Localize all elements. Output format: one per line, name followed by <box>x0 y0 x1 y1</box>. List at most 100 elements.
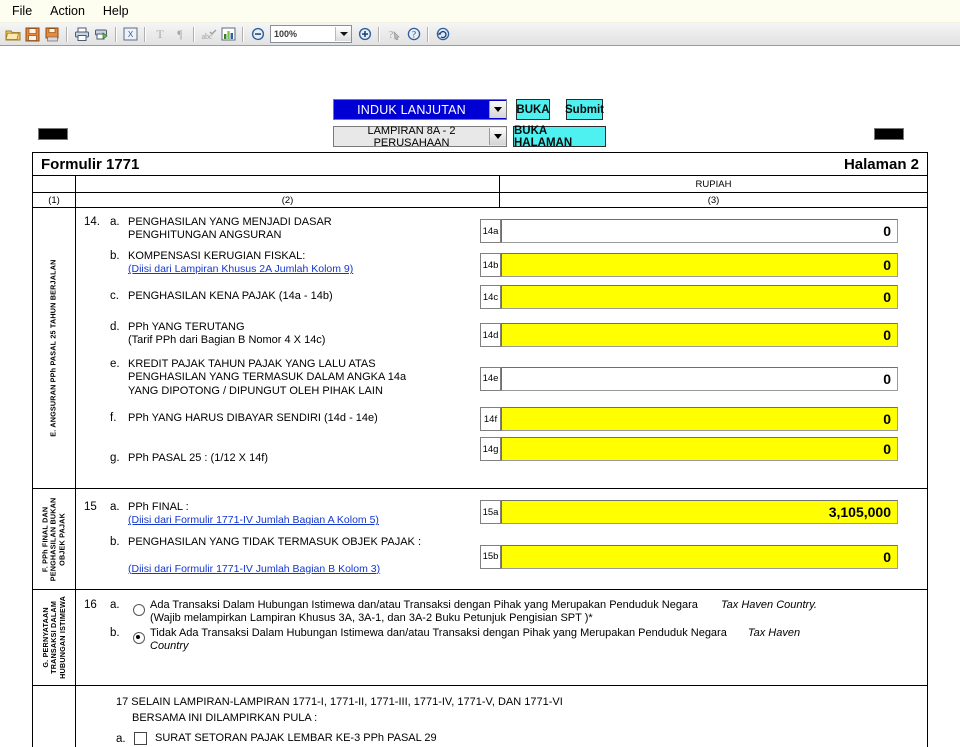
print-icon[interactable] <box>72 25 91 44</box>
attachment-item-a: a. SURAT SETORAN PAJAK LEMBAR KE-3 PPh P… <box>116 726 927 746</box>
menu-item-file[interactable]: File <box>6 2 44 20</box>
paragraph-mark-icon: ¶ <box>170 25 189 44</box>
field-15b[interactable]: 0 <box>501 544 898 569</box>
tag-14e: 14e <box>480 366 501 391</box>
row-14b-source-link[interactable]: (Diisi dari Lampiran Khusus 2A Jumlah Ko… <box>128 263 353 275</box>
row-15a-line1: PPh FINAL : <box>128 501 189 513</box>
item-number-spacer-e <box>84 358 110 398</box>
radio-16b[interactable] <box>133 631 145 644</box>
item-number-16: 16 <box>84 599 97 611</box>
row-14f-text: PPh YANG HARUS DIBAYAR SENDIRI (14d - 14… <box>128 412 378 425</box>
field-14d[interactable]: 0 <box>501 323 898 347</box>
chevron-down-icon[interactable] <box>489 128 506 145</box>
option-16b: b. Tidak Ada Transaksi Dalam Hubungan Is… <box>76 626 927 654</box>
menu-item-action[interactable]: Action <box>44 2 97 20</box>
attachment-item-a-text: SURAT SETORAN PAJAK LEMBAR KE-3 PPh PASA… <box>155 731 437 744</box>
value-group-14a: 14a 0 <box>480 219 927 243</box>
sub-letter-17a: a. <box>116 732 126 745</box>
item-number-spacer-f <box>84 412 110 425</box>
value-group-14d: 14d 0 <box>480 323 927 347</box>
row-15a: 15 a. PPh FINAL : (Diisi dari Formulir 1… <box>76 489 927 528</box>
checkbox-17a[interactable] <box>134 732 147 746</box>
document-canvas: INDUK LANJUTAN LAMPIRAN 8A - 2 PERUSAHAA… <box>0 46 960 747</box>
section-F: F. PPh FINAL DAN PENGHASILAN BUKAN OBJEK… <box>33 489 927 590</box>
section-F-body: 15 a. PPh FINAL : (Diisi dari Formulir 1… <box>76 489 927 589</box>
form-header: Formulir 1771 Halaman 2 <box>33 153 927 176</box>
menu-item-help[interactable]: Help <box>97 2 141 20</box>
section-G-label-line2: TRANSAKSI DALAM <box>48 601 58 674</box>
option-16b-main: Tidak Ada Transaksi Dalam Hubungan Istim… <box>150 626 727 639</box>
toolbar-separator <box>66 26 68 42</box>
page-select[interactable]: LAMPIRAN 8A - 2 PERUSAHAAN <box>333 125 507 149</box>
chevron-down-icon[interactable] <box>489 101 506 118</box>
option-16a-italic: Tax Haven Country. <box>720 599 817 611</box>
radio-16b-wrap[interactable] <box>128 627 150 654</box>
row-15b-source-link[interactable]: (Diisi dari Formulir 1771-IV Jumlah Bagi… <box>128 563 380 575</box>
item-number-14: 14. <box>84 216 100 228</box>
attachments-heading-line1: 17 SELAIN LAMPIRAN-LAMPIRAN 1771-I, 1771… <box>116 696 563 708</box>
zoom-level-combo[interactable]: 100% <box>270 25 352 43</box>
radio-16a-wrap[interactable] <box>128 599 150 626</box>
field-15a[interactable]: 3,105,000 <box>501 500 898 524</box>
chevron-down-icon[interactable] <box>335 27 351 41</box>
row-14a-text: PENGHASILAN YANG MENJADI DASAR PENGHITUN… <box>128 216 332 243</box>
tag-15a: 15a <box>480 500 501 524</box>
section-H-body: 17 SELAIN LAMPIRAN-LAMPIRAN 1771-I, 1771… <box>76 686 927 747</box>
item-number-spacer-d <box>84 321 110 348</box>
tag-15b: 15b <box>480 544 501 569</box>
row-14e-text: KREDIT PAJAK TAHUN PAJAK YANG LALU ATAS … <box>128 358 406 398</box>
col-number-3: (3) <box>707 194 720 206</box>
section-G-body: 16 a. Ada Transaksi Dalam Hubungan Istim… <box>76 590 927 685</box>
item-number-spacer-16b <box>84 627 110 654</box>
tag-14c: 14c <box>480 285 501 309</box>
row-15a-source-link[interactable]: (Diisi dari Formulir 1771-IV Jumlah Bagi… <box>128 514 379 526</box>
zoom-in-icon[interactable] <box>355 25 374 44</box>
option-16a-text: Ada Transaksi Dalam Hubungan Istimewa da… <box>150 599 910 626</box>
row-14e-line2: PENGHASILAN YANG TERMASUK DALAM ANGKA 14… <box>128 371 407 384</box>
tag-14b: 14b <box>480 253 501 277</box>
sub-letter-d: d. <box>110 321 120 333</box>
save-all-icon[interactable] <box>43 25 62 44</box>
field-14c[interactable]: 0 <box>501 285 898 309</box>
value-group-14f: 14f 0 <box>480 407 927 432</box>
submit-button[interactable]: Submit <box>565 99 604 120</box>
col-number-1: (1) <box>33 193 76 207</box>
row-14g-text: PPh PASAL 25 : (1/12 X 14f) <box>128 452 269 465</box>
section-G-label-line3: HUBUNGAN ISTIMEWA <box>57 596 67 679</box>
row-14b: b. KOMPENSASI KERUGIAN FISKAL: (Diisi da… <box>76 243 927 277</box>
row-15a-text: PPh FINAL : (Diisi dari Formulir 1771-IV… <box>128 501 379 528</box>
section-E-label-text: E. ANGSURAN PPh PASAL 25 TAHUN BERJALAN <box>48 259 58 437</box>
refresh-icon[interactable] <box>433 25 452 44</box>
field-14e[interactable]: 0 <box>501 366 898 391</box>
tag-14f: 14f <box>480 407 501 432</box>
field-14b[interactable]: 0 <box>501 253 898 277</box>
form-select[interactable]: INDUK LANJUTAN <box>333 99 507 120</box>
row-15b-text: PENGHASILAN YANG TIDAK TERMASUK OBJEK PA… <box>128 536 421 576</box>
toolbar-separator <box>427 26 429 42</box>
value-group-15a: 15a 3,105,000 <box>480 500 927 524</box>
sub-letter-15a: a. <box>110 501 120 513</box>
export-excel-icon[interactable]: X <box>121 25 140 44</box>
save-icon[interactable] <box>23 25 42 44</box>
value-group-14b: 14b 0 <box>480 253 927 277</box>
open-folder-icon[interactable] <box>3 25 22 44</box>
field-14g[interactable]: 0 <box>501 437 898 462</box>
column-header-currency: RUPIAH <box>33 176 927 193</box>
chart-icon[interactable] <box>219 25 238 44</box>
field-14a[interactable]: 0 <box>501 219 898 243</box>
print-preview-icon[interactable] <box>92 25 111 44</box>
form-1771-page2: Formulir 1771 Halaman 2 RUPIAH (1) (2) (… <box>32 152 928 747</box>
svg-text:X: X <box>128 30 134 39</box>
zoom-out-icon[interactable] <box>248 25 267 44</box>
about-icon[interactable]: ? <box>404 25 423 44</box>
buka-halaman-button[interactable]: BUKA HALAMAN <box>513 125 606 149</box>
col-number-2: (2) <box>76 193 500 207</box>
buka-button[interactable]: BUKA <box>516 99 550 120</box>
sub-letter-16a: a. <box>110 599 120 611</box>
row-14c: c. PENGHASILAN KENA PAJAK (14a - 14b) 14… <box>76 277 927 309</box>
section-H-label <box>33 686 76 747</box>
sub-letter-15b: b. <box>110 535 120 548</box>
item-number-spacer-15b <box>84 536 110 576</box>
radio-16a[interactable] <box>133 603 145 616</box>
field-14f[interactable]: 0 <box>501 407 898 432</box>
